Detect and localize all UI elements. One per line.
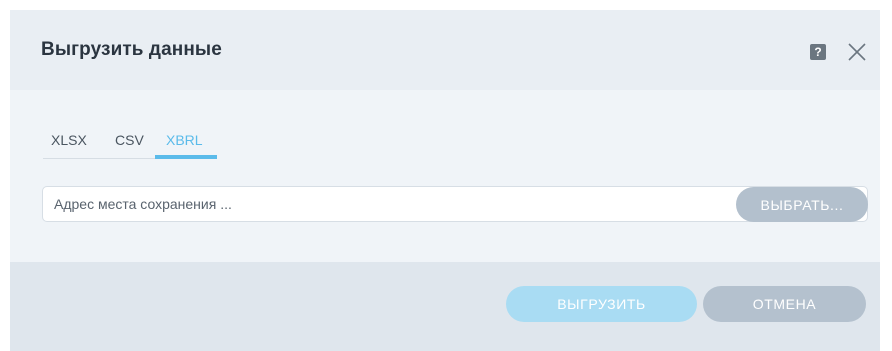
cancel-button[interactable]: ОТМЕНА bbox=[703, 286, 866, 322]
active-tab-indicator bbox=[155, 155, 217, 159]
export-button[interactable]: ВЫГРУЗИТЬ bbox=[506, 286, 697, 322]
dialog-title: Выгрузить данные bbox=[41, 39, 222, 60]
help-icon[interactable]: ? bbox=[810, 44, 826, 60]
browse-button[interactable]: ВЫБРАТЬ... bbox=[736, 187, 868, 222]
save-path-input[interactable] bbox=[43, 187, 723, 221]
tab-csv[interactable]: CSV bbox=[115, 130, 144, 156]
dialog-header: Выгрузить данные ? bbox=[10, 10, 880, 90]
format-tabs: XLSX CSV XBRL bbox=[43, 130, 217, 159]
save-path-field: ВЫБРАТЬ... bbox=[42, 186, 868, 222]
tab-xbrl[interactable]: XBRL bbox=[166, 130, 203, 156]
tab-xlsx[interactable]: XLSX bbox=[51, 130, 87, 156]
export-dialog: Выгрузить данные ? XLSX CSV XBRL ВЫБРАТЬ… bbox=[10, 10, 880, 351]
close-icon[interactable] bbox=[846, 41, 868, 63]
